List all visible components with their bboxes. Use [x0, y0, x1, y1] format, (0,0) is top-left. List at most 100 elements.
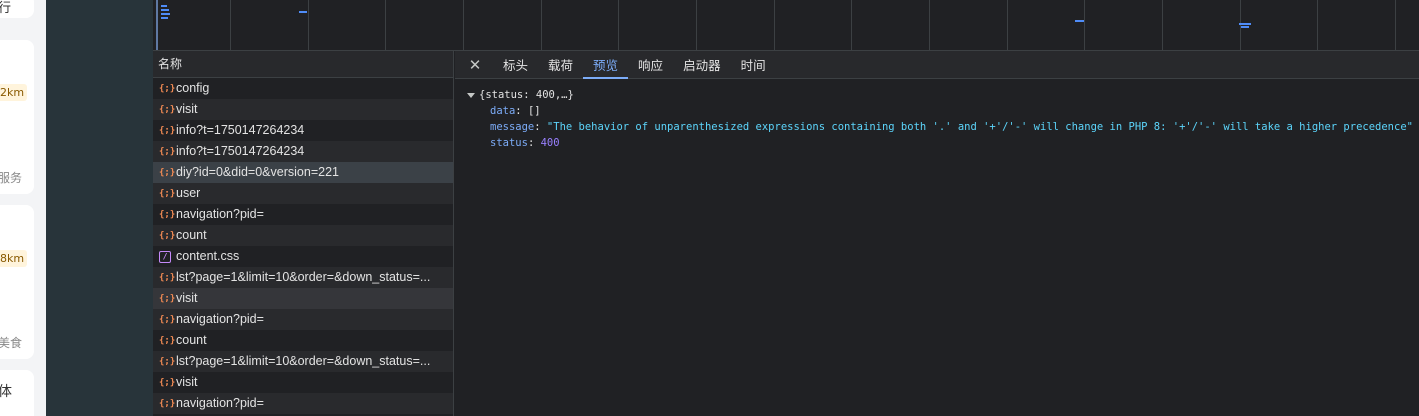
- json-icon: {;}: [159, 314, 176, 325]
- timeline-gridline: [1162, 0, 1163, 50]
- timeline-request-bar: [161, 9, 169, 11]
- tab-payload[interactable]: 载荷: [538, 51, 583, 78]
- tab-timing[interactable]: 时间: [731, 51, 776, 78]
- timeline-request-bar: [161, 13, 170, 15]
- timeline-gridline: [541, 0, 542, 50]
- timeline-request-bar: [161, 17, 168, 19]
- request-name: diy?id=0&did=0&version=221: [176, 165, 339, 179]
- tab-response[interactable]: 响应: [628, 51, 673, 78]
- request-row[interactable]: {;} config: [153, 78, 453, 99]
- json-icon: {;}: [159, 146, 176, 157]
- underlying-page-fragment: 行 2km 服务 8km 美食 体: [0, 0, 46, 416]
- name-column-header[interactable]: 名称: [153, 51, 453, 78]
- timeline-gridline: [385, 0, 386, 50]
- request-row[interactable]: {;} visit: [153, 372, 453, 393]
- network-overview-timeline[interactable]: [153, 0, 1419, 51]
- request-name: visit: [176, 291, 198, 305]
- json-icon: {;}: [159, 398, 176, 409]
- timeline-cursor: [156, 0, 158, 50]
- json-preview: {status: 400,…} data: [] message: "The b…: [455, 79, 1419, 151]
- json-key: message: [490, 121, 535, 133]
- request-row-selected[interactable]: {;} diy?id=0&did=0&version=221: [153, 162, 453, 183]
- page-fragment-text: 美食: [0, 336, 23, 350]
- json-icon: {;}: [159, 167, 176, 178]
- timeline-gridline: [1007, 0, 1008, 50]
- request-name: content.css: [176, 249, 240, 263]
- request-name: info?t=1750147264234: [176, 144, 305, 158]
- json-key: data: [490, 105, 516, 117]
- tab-headers[interactable]: 标头: [493, 51, 538, 78]
- request-row[interactable]: {;} info?t=1750147264234: [153, 141, 453, 162]
- page-fragment-text: 行: [0, 1, 12, 16]
- request-row[interactable]: {;} lst?page=1&limit=10&order=&down_stat…: [153, 267, 453, 288]
- json-field-data[interactable]: data: []: [467, 103, 1419, 119]
- tab-preview[interactable]: 预览: [583, 51, 629, 79]
- request-name: info?t=1750147264234: [176, 123, 305, 137]
- request-row[interactable]: {;} user: [153, 183, 453, 204]
- json-icon: {;}: [159, 209, 176, 220]
- json-icon: {;}: [159, 335, 176, 346]
- css-icon: /: [159, 250, 171, 263]
- detail-tabbar: ✕ 标头 载荷 预览 响应 启动器 时间: [455, 51, 1419, 79]
- expand-triangle-icon[interactable]: [467, 92, 475, 98]
- request-row[interactable]: {;} lst?page=1&limit=10&order=&down_stat…: [153, 351, 453, 372]
- close-icon[interactable]: ✕: [463, 51, 487, 78]
- request-name: lst?page=1&limit=10&order=&down_status=.…: [176, 354, 431, 368]
- request-name: visit: [176, 375, 198, 389]
- json-icon: {;}: [159, 125, 176, 136]
- json-value: 400: [540, 137, 560, 149]
- request-list: 名称 {;} config {;} visit {;} info?t=17501…: [153, 51, 454, 416]
- tab-initiator[interactable]: 启动器: [673, 51, 731, 78]
- timeline-gridline: [696, 0, 697, 50]
- timeline-request-bar: [1239, 23, 1251, 25]
- devtools-network-panel: 名称 {;} config {;} visit {;} info?t=17501…: [46, 0, 1419, 416]
- json-icon: {;}: [159, 188, 176, 199]
- timeline-gridline: [1395, 0, 1396, 50]
- devtools-left-gutter: [46, 0, 153, 416]
- request-name: config: [176, 81, 210, 95]
- timeline-gridline: [851, 0, 852, 50]
- request-name: lst?page=1&limit=10&order=&down_status=.…: [176, 270, 431, 284]
- request-row[interactable]: {;} navigation?pid=: [153, 204, 453, 225]
- json-icon: {;}: [159, 377, 176, 388]
- json-key: status: [490, 137, 528, 149]
- json-icon: {;}: [159, 293, 176, 304]
- timeline-gridline: [308, 0, 309, 50]
- json-icon: {;}: [159, 104, 176, 115]
- json-icon: {;}: [159, 83, 176, 94]
- request-name: count: [176, 333, 207, 347]
- distance-badge: 2km: [0, 84, 28, 101]
- timeline-gridline: [618, 0, 619, 50]
- request-row[interactable]: {;} visit: [153, 288, 453, 309]
- timeline-gridline: [1084, 0, 1085, 50]
- json-icon: {;}: [159, 356, 176, 367]
- request-row[interactable]: {;} navigation?pid=: [153, 309, 453, 330]
- json-icon: {;}: [159, 272, 176, 283]
- timeline-gridline: [1317, 0, 1318, 50]
- json-field-message[interactable]: message: "The behavior of unparenthesize…: [467, 119, 1419, 135]
- request-name: count: [176, 228, 207, 242]
- request-name: navigation?pid=: [176, 396, 264, 410]
- request-detail-pane: ✕ 标头 载荷 预览 响应 启动器 时间 {status: 400,…} dat…: [455, 51, 1419, 416]
- request-row[interactable]: {;} count: [153, 225, 453, 246]
- request-row[interactable]: {;} visit: [153, 99, 453, 120]
- root-summary: {status: 400,…}: [479, 89, 574, 101]
- request-row[interactable]: {;} info?t=1750147264234: [153, 120, 453, 141]
- json-root-node[interactable]: {status: 400,…}: [467, 87, 1419, 103]
- json-icon: {;}: [159, 230, 176, 241]
- request-row[interactable]: {;} count: [153, 330, 453, 351]
- timeline-request-bar: [1075, 20, 1084, 22]
- json-value: "The behavior of unparenthesized express…: [546, 121, 1413, 133]
- timeline-request-bar: [1241, 26, 1249, 28]
- json-field-status[interactable]: status: 400: [467, 135, 1419, 151]
- page-fragment-text: 服务: [0, 171, 23, 185]
- timeline-request-bar: [161, 5, 167, 7]
- distance-badge: 8km: [0, 250, 28, 267]
- timeline-gridline: [230, 0, 231, 50]
- request-row[interactable]: {;} navigation?pid=: [153, 393, 453, 414]
- page-fragment-text: 体: [0, 384, 12, 400]
- request-name: navigation?pid=: [176, 312, 264, 326]
- timeline-gridline: [929, 0, 930, 50]
- timeline-gridline: [774, 0, 775, 50]
- request-row[interactable]: / content.css: [153, 246, 453, 267]
